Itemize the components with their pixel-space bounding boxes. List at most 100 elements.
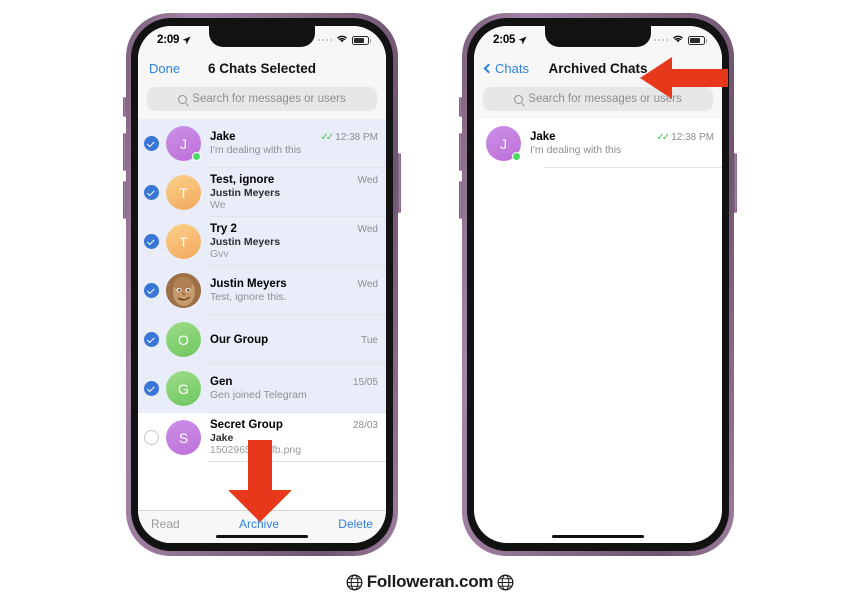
volume-down-button-2[interactable] (459, 181, 462, 219)
wifi-icon (336, 34, 348, 46)
battery-icon (352, 35, 371, 45)
chat-row[interactable]: O Our Group Tue (138, 315, 386, 364)
chat-preview: I'm dealing with this (530, 144, 622, 156)
check-icon (146, 285, 155, 294)
notch (209, 26, 315, 47)
chat-list-left[interactable]: J Jake ✓✓ 12:38 PM I'm dealing with this T Tes… (138, 119, 386, 462)
chat-row-body: Test, ignore Wed Justin Meyers We (210, 174, 386, 211)
selection-checkbox-checked[interactable] (144, 332, 159, 347)
home-indicator-2[interactable] (552, 534, 644, 538)
chat-title: Try 2 (210, 223, 237, 235)
volume-up-button[interactable] (123, 133, 126, 171)
avatar: T (166, 175, 201, 210)
chat-row-header: Our Group Tue (210, 334, 378, 346)
chat-preview: Gen joined Telegram (210, 389, 307, 401)
chat-title: Our Group (210, 333, 269, 346)
brand-text: Followeran.com (366, 572, 494, 591)
avatar: O (166, 322, 201, 357)
chat-row-body: Justin Meyers Wed Test, ignore this. (210, 278, 386, 303)
back-label: Chats (495, 61, 529, 76)
location-arrow-icon-2 (518, 36, 527, 45)
chat-row-body: Gen 15/05 Gen joined Telegram (210, 376, 386, 401)
volume-down-button[interactable] (123, 181, 126, 219)
chat-preview: Test, ignore this. (210, 291, 287, 303)
chat-row[interactable]: G Gen 15/05 Gen joined Telegram (138, 364, 386, 413)
screenshot-stage: 2:09 Done 6 Chats Selected Search for me… (0, 0, 860, 600)
chat-title: Jake (530, 131, 556, 143)
status-left-2: 2:05 (493, 34, 527, 46)
red-left-arrow-annotation (640, 57, 728, 99)
search-container-left: Search for messages or users (138, 85, 386, 119)
status-right-2 (653, 34, 707, 46)
wifi-icon-2 (672, 34, 684, 46)
signal-dots-icon (317, 38, 332, 42)
selection-checkbox-checked[interactable] (144, 234, 159, 249)
chat-time: Wed (358, 175, 378, 186)
selection-checkbox-checked[interactable] (144, 185, 159, 200)
chat-row[interactable]: T Test, ignore Wed Justin Meyers We (138, 168, 386, 217)
chat-title: Secret Group (210, 419, 283, 431)
chat-timestamp: 28/03 (352, 420, 378, 431)
avatar: G (166, 371, 201, 406)
globe-icon-left (346, 574, 363, 591)
chat-time: Tue (361, 335, 378, 346)
chat-row-header: Jake ✓✓ 12:38 PM (210, 131, 378, 143)
nav-bar-left: Done 6 Chats Selected (138, 52, 386, 85)
signal-dots-icon-2 (653, 38, 668, 42)
red-down-arrow-annotation (228, 440, 292, 522)
chat-timestamp: Wed (357, 224, 378, 235)
chat-timestamp: 12:38 PM (335, 132, 378, 143)
phone-right-screen: 2:05 Chats Archived Chats Search for mes… (474, 26, 722, 543)
silent-switch-2[interactable] (459, 97, 462, 117)
chat-timestamp: 15/05 (352, 377, 378, 388)
chat-row[interactable]: Justin Meyers Wed Test, ignore this. (138, 266, 386, 315)
status-left: 2:09 (157, 34, 191, 46)
chat-preview: We (210, 199, 226, 211)
search-input[interactable]: Search for messages or users (147, 87, 377, 111)
home-indicator[interactable] (216, 534, 308, 538)
power-button[interactable] (398, 153, 401, 213)
selection-checkbox-checked[interactable] (144, 283, 159, 298)
avatar (166, 273, 201, 308)
chat-row[interactable]: J Jake ✓✓ 12:38 PM I'm dealing with this (138, 119, 386, 168)
chat-row-body: Try 2 Wed Justin Meyers Gvv (210, 223, 386, 260)
read-button[interactable]: Read (151, 517, 180, 531)
power-button-2[interactable] (734, 153, 737, 213)
status-time: 2:09 (157, 34, 180, 46)
silent-switch[interactable] (123, 97, 126, 117)
done-button[interactable]: Done (149, 61, 180, 76)
location-arrow-icon (182, 36, 191, 45)
back-to-chats-button[interactable]: Chats (483, 61, 529, 76)
status-time-2: 2:05 (493, 34, 516, 46)
chat-time: 28/03 (353, 420, 378, 431)
selection-checkbox-checked[interactable] (144, 136, 159, 151)
chat-row-header: Secret Group 28/03 (210, 419, 378, 431)
volume-up-button-2[interactable] (459, 133, 462, 171)
check-icon (146, 383, 155, 392)
chat-timestamp: 12:38 PM (671, 132, 714, 143)
chat-list-right[interactable]: J Jake ✓✓ 12:38 PM I'm dealing with this (474, 119, 722, 168)
chat-title: Jake (210, 131, 236, 143)
chat-time: ✓✓ 12:38 PM (656, 132, 714, 143)
chat-row-body: Jake ✓✓ 12:38 PM I'm dealing with this (530, 131, 722, 156)
footer-watermark: Followeran.com (0, 572, 860, 592)
delete-button[interactable]: Delete (338, 517, 373, 531)
globe-icon-right (497, 574, 514, 591)
check-icon (146, 334, 155, 343)
notch-2 (545, 26, 651, 47)
chat-title: Justin Meyers (210, 278, 287, 290)
avatar: J (166, 126, 201, 161)
chat-row-header: Justin Meyers Wed (210, 278, 378, 290)
chat-row[interactable]: J Jake ✓✓ 12:38 PM I'm dealing with this (474, 119, 722, 168)
chat-row[interactable]: T Try 2 Wed Justin Meyers Gvv (138, 217, 386, 266)
read-receipt-icon: ✓✓ (656, 132, 670, 143)
selection-checkbox-checked[interactable] (144, 381, 159, 396)
chat-title: Gen (210, 376, 233, 388)
selection-checkbox-unchecked[interactable] (144, 430, 159, 445)
check-icon (146, 138, 155, 147)
chat-time: ✓✓ 12:38 PM (320, 132, 378, 143)
chat-row-header: Gen 15/05 (210, 376, 378, 388)
avatar: T (166, 224, 201, 259)
chat-title: Test, ignore (210, 174, 275, 186)
chat-row-header: Try 2 Wed (210, 223, 378, 235)
